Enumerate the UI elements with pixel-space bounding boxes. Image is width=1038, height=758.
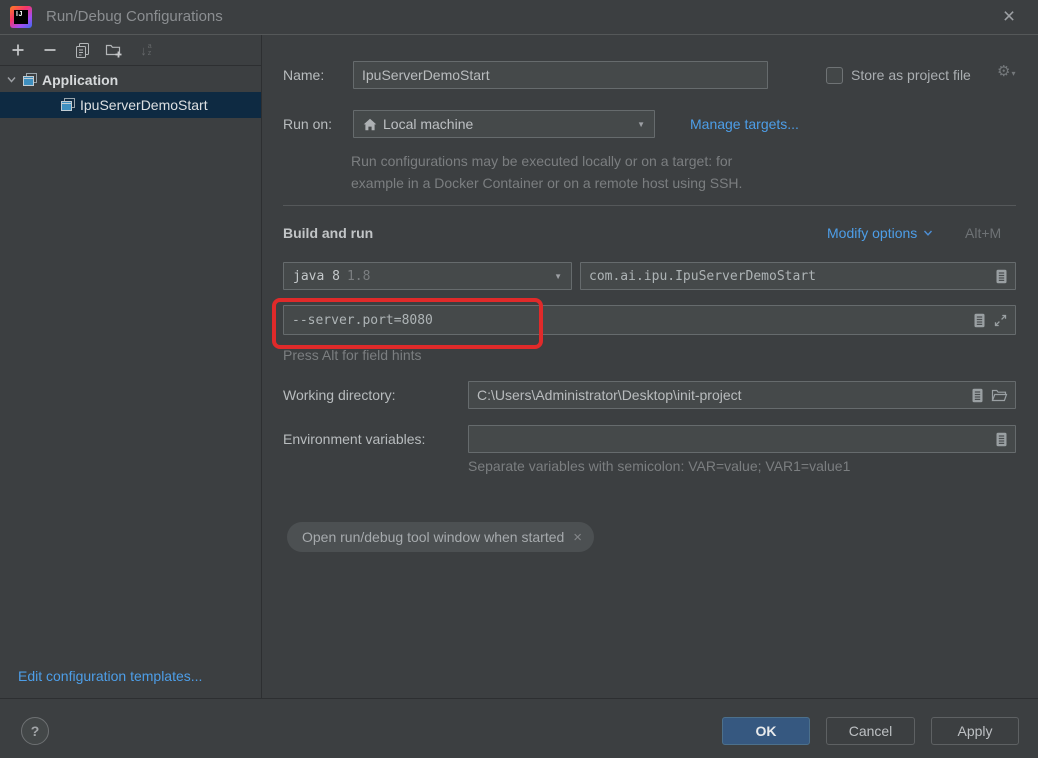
- environment-variables-label: Environment variables:: [283, 425, 425, 453]
- name-label: Name:: [283, 61, 324, 89]
- application-type-icon: [60, 97, 76, 113]
- modify-options-link[interactable]: Modify options: [827, 225, 933, 241]
- application-type-icon: [22, 72, 38, 88]
- insert-macros-icon[interactable]: [973, 313, 986, 328]
- jre-combo[interactable]: java 8 1.8 ▼: [283, 262, 572, 290]
- remove-configuration-icon[interactable]: [39, 39, 61, 61]
- intellij-logo-icon: IJ: [10, 6, 32, 28]
- add-configuration-icon[interactable]: [7, 39, 29, 61]
- jre-version-hint: 1.8: [347, 269, 370, 284]
- dialog-title: Run/Debug Configurations: [46, 0, 223, 34]
- program-arguments-input[interactable]: [284, 313, 973, 328]
- store-as-project-file-checkbox[interactable]: [826, 67, 843, 84]
- section-divider: [283, 205, 1016, 206]
- jre-value: java 8: [293, 269, 340, 284]
- store-as-project-file-label: Store as project file: [851, 61, 971, 89]
- main-class-field-wrap: [580, 262, 1016, 290]
- name-input[interactable]: [354, 67, 767, 83]
- env-hint: Separate variables with semicolon: VAR=v…: [468, 458, 850, 474]
- close-icon[interactable]: ×: [994, 2, 1024, 32]
- cancel-button[interactable]: Cancel: [826, 717, 915, 745]
- run-debug-configurations-dialog: IJ Run/Debug Configurations ×: [0, 0, 1038, 758]
- edit-configuration-templates-link[interactable]: Edit configuration templates...: [18, 668, 202, 684]
- modify-options-shortcut: Alt+M: [965, 225, 1001, 241]
- tree-node-application[interactable]: Application: [0, 67, 261, 92]
- insert-macros-icon[interactable]: [995, 269, 1008, 284]
- before-launch-chip[interactable]: Open run/debug tool window when started …: [287, 522, 594, 552]
- chevron-down-icon: ▼: [554, 272, 571, 281]
- dialog-footer: ? OK Cancel Apply: [0, 698, 1038, 758]
- tree-item-label: IpuServerDemoStart: [80, 97, 208, 113]
- run-on-help-line2: example in a Docker Container or on a re…: [351, 175, 742, 191]
- chip-close-icon[interactable]: ×: [573, 529, 582, 546]
- ok-button[interactable]: OK: [722, 717, 810, 745]
- tree-node-ipuserverdemostart[interactable]: IpuServerDemoStart: [0, 92, 261, 118]
- main-class-input[interactable]: [581, 269, 995, 284]
- alt-hint: Press Alt for field hints: [283, 347, 422, 363]
- chip-label: Open run/debug tool window when started: [302, 529, 564, 545]
- title-bar: IJ Run/Debug Configurations ×: [0, 0, 1038, 35]
- intellij-logo-letters: IJ: [16, 11, 23, 18]
- environment-variables-input[interactable]: [469, 431, 995, 447]
- run-on-value: Local machine: [383, 116, 473, 132]
- build-and-run-section-title: Build and run: [283, 225, 373, 241]
- run-on-help-line1: Run configurations may be executed local…: [351, 153, 732, 169]
- apply-button[interactable]: Apply: [931, 717, 1019, 745]
- insert-macros-icon[interactable]: [971, 388, 984, 403]
- tree-toolbar: ↓ az: [0, 35, 261, 66]
- name-field-wrap: [353, 61, 768, 89]
- working-directory-input[interactable]: [469, 387, 971, 403]
- chevron-down-icon[interactable]: [0, 74, 22, 85]
- sort-configurations-icon[interactable]: ↓ az: [135, 39, 157, 61]
- program-arguments-field-wrap: [283, 305, 1016, 335]
- manage-targets-link[interactable]: Manage targets...: [690, 110, 799, 138]
- home-icon: [363, 118, 377, 131]
- run-on-label: Run on:: [283, 110, 332, 138]
- insert-macros-icon[interactable]: [995, 432, 1008, 447]
- working-directory-label: Working directory:: [283, 381, 396, 409]
- environment-variables-field-wrap: [468, 425, 1016, 453]
- chevron-down-icon: ▼: [637, 120, 654, 129]
- help-button[interactable]: ?: [21, 717, 49, 745]
- run-on-combo[interactable]: Local machine ▼: [353, 110, 655, 138]
- working-directory-field-wrap: [468, 381, 1016, 409]
- tree-group-label: Application: [42, 72, 118, 88]
- browse-folder-icon[interactable]: [991, 388, 1008, 402]
- configurations-tree-panel: ↓ az Application: [0, 35, 262, 698]
- new-folder-icon[interactable]: [103, 39, 125, 61]
- expand-field-icon[interactable]: [993, 313, 1008, 328]
- copy-configuration-icon[interactable]: [71, 39, 93, 61]
- store-options-gear-icon[interactable]: ⚙▾: [997, 62, 1015, 80]
- chevron-down-icon: [923, 229, 933, 237]
